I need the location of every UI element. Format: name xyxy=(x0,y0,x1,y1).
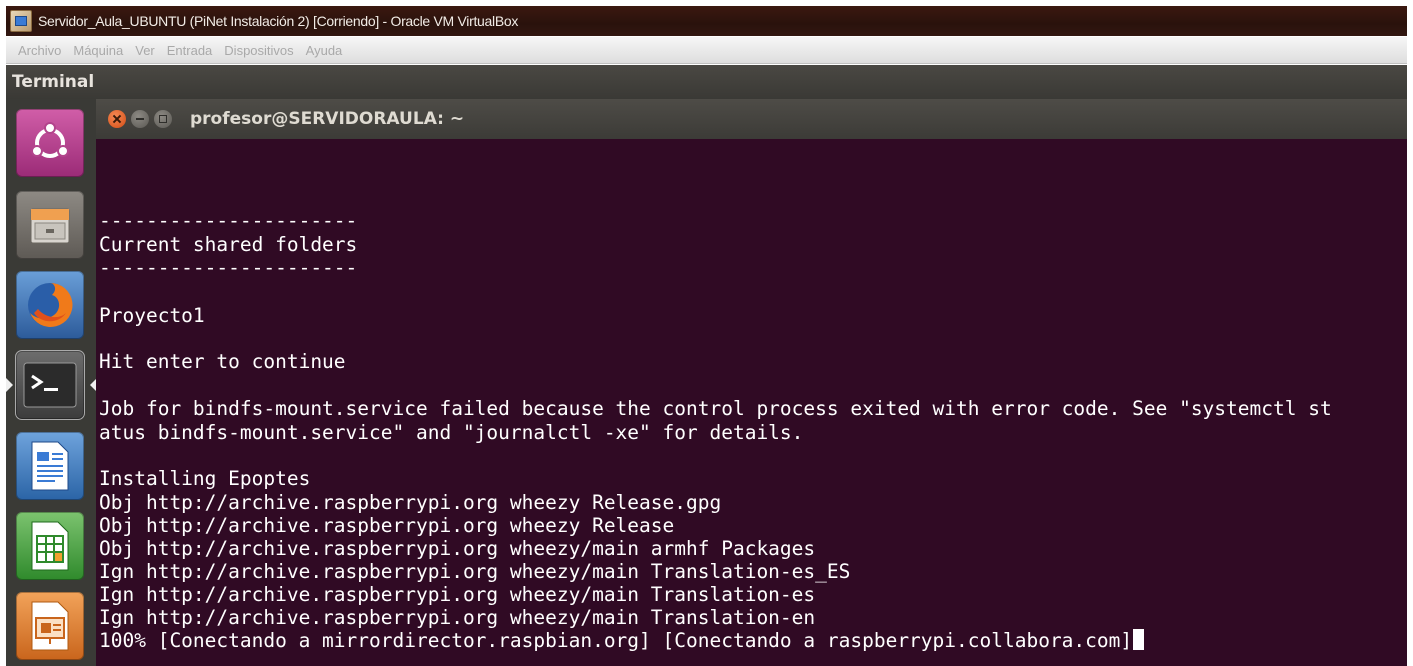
ubuntu-logo-icon xyxy=(31,122,69,158)
firefox-icon xyxy=(28,282,73,327)
terminal-cursor xyxy=(1133,629,1145,650)
launcher-writer-button[interactable] xyxy=(16,432,84,500)
menu-archivo[interactable]: Archivo xyxy=(18,43,61,58)
menu-maquina[interactable]: Máquina xyxy=(73,43,123,58)
menu-ayuda[interactable]: Ayuda xyxy=(306,43,343,58)
terminal-line: Installing Epoptes xyxy=(99,467,311,490)
terminal-line: Ign http://archive.raspberrypi.org wheez… xyxy=(99,583,816,606)
launcher-files-button[interactable] xyxy=(16,191,84,259)
terminal-progress-text: 100% [Conectando a mirrordirector.raspbi… xyxy=(99,629,1133,652)
maximize-window-icon[interactable] xyxy=(154,110,172,128)
terminal-line: Obj http://archive.raspberrypi.org wheez… xyxy=(99,537,816,560)
active-indicator-left xyxy=(6,378,13,392)
terminal-output[interactable]: ---------------------- Current shared fo… xyxy=(96,139,1407,666)
menu-dispositivos[interactable]: Dispositivos xyxy=(224,43,293,58)
files-cabinet-icon xyxy=(30,208,70,244)
terminal-icon xyxy=(23,362,77,408)
terminal-line: Current shared folders xyxy=(99,233,358,256)
terminal-progress-line: 100% [Conectando a mirrordirector.raspbi… xyxy=(99,629,1145,652)
terminal-line: Proyecto1 xyxy=(99,304,205,327)
vbox-title-bar[interactable]: Servidor_Aula_UBUNTU (PiNet Instalación … xyxy=(6,6,1407,36)
unity-launcher xyxy=(6,99,97,666)
terminal-line: ---------------------- xyxy=(99,256,358,279)
terminal-line: ---------------------- xyxy=(99,209,358,232)
menu-entrada[interactable]: Entrada xyxy=(167,43,213,58)
active-app-title: Terminal xyxy=(12,72,95,92)
libreoffice-impress-icon xyxy=(31,601,69,651)
terminal-line: Hit enter to continue xyxy=(99,350,346,373)
minimize-window-icon[interactable] xyxy=(131,110,149,128)
launcher-dash-button[interactable] xyxy=(16,109,84,177)
terminal-line: Obj http://archive.raspberrypi.org wheez… xyxy=(99,491,722,514)
terminal-title-bar[interactable]: profesor@SERVIDORAULA: ~ xyxy=(96,99,1407,139)
terminal-line: Ign http://archive.raspberrypi.org wheez… xyxy=(99,560,851,583)
ubuntu-top-panel: Terminal xyxy=(6,65,1407,99)
terminal-line: atus bindfs-mount.service" and "journalc… xyxy=(99,421,804,444)
launcher-calc-button[interactable] xyxy=(16,512,84,580)
vbox-window-title: Servidor_Aula_UBUNTU (PiNet Instalación … xyxy=(38,13,519,29)
libreoffice-calc-icon xyxy=(31,521,69,571)
launcher-firefox-button[interactable] xyxy=(16,271,84,339)
terminal-line: Job for bindfs-mount.service failed beca… xyxy=(99,397,1332,420)
launcher-impress-button[interactable] xyxy=(16,592,84,660)
vbox-menu-bar: Archivo Máquina Ver Entrada Dispositivos… xyxy=(6,37,1407,64)
libreoffice-writer-icon xyxy=(31,441,69,491)
terminal-line: Ign http://archive.raspberrypi.org wheez… xyxy=(99,606,816,629)
virtualbox-app-icon xyxy=(10,10,32,32)
terminal-window-title: profesor@SERVIDORAULA: ~ xyxy=(190,109,465,129)
terminal-line: Obj http://archive.raspberrypi.org wheez… xyxy=(99,514,675,537)
menu-ver[interactable]: Ver xyxy=(135,43,155,58)
launcher-terminal-button[interactable] xyxy=(15,350,85,420)
close-window-icon[interactable] xyxy=(108,110,126,128)
